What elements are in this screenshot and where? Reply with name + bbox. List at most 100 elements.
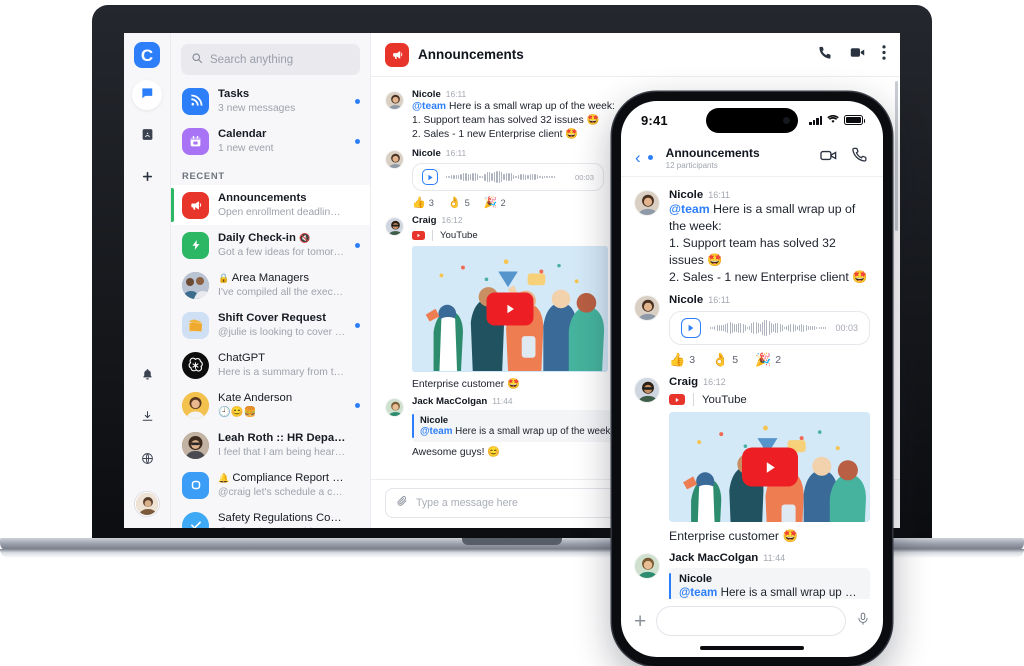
app-logo-letter: C xyxy=(140,45,154,65)
message-line: @team Here is a small wrap up of the wee… xyxy=(669,201,870,235)
video-thumbnail[interactable] xyxy=(412,246,608,372)
back-chevron-icon[interactable]: ‹ xyxy=(635,149,641,166)
avatar xyxy=(634,377,660,403)
mention-tag[interactable]: @team xyxy=(412,101,446,112)
video-thumbnail[interactable] xyxy=(669,412,870,522)
microphone-icon[interactable] xyxy=(856,611,870,632)
reaction[interactable]: 👍 3 xyxy=(412,196,434,209)
phone-message-input[interactable] xyxy=(656,606,846,636)
sidebar-item-subtitle: Here is a summary from the r... xyxy=(218,367,346,378)
play-icon[interactable] xyxy=(741,447,798,487)
rail-contacts-button[interactable] xyxy=(132,122,162,152)
more-options-icon[interactable] xyxy=(882,44,886,65)
status-indicators xyxy=(809,111,865,129)
lock-icon: 🔒 xyxy=(218,273,230,283)
sidebar-item-title: Leah Roth :: HR Department xyxy=(218,432,346,444)
waveform xyxy=(446,170,567,184)
play-icon[interactable] xyxy=(422,169,438,185)
phone-message-list[interactable]: Nicole 16:11 @team Here is a small wrap … xyxy=(621,177,883,599)
home-indicator xyxy=(700,646,804,650)
user-avatar[interactable] xyxy=(135,492,159,516)
sidebar-item-subtitle: 3 new messages xyxy=(218,103,296,114)
phone-message-craig-video: Craig 16:12 YouTube Enterprise customer … xyxy=(621,370,883,546)
app-logo[interactable]: C xyxy=(134,42,160,68)
phone-participants-count: 12 participants xyxy=(665,160,718,170)
play-icon[interactable] xyxy=(486,292,534,326)
message-author: Jack MacColgan xyxy=(412,396,488,407)
reaction[interactable]: 🎉 2 xyxy=(484,196,506,209)
calendar-icon xyxy=(182,127,209,155)
sidebar-item-compliance-report-q2[interactable]: 🔔 Compliance Report Q2 @craig let's sche… xyxy=(171,465,370,505)
sidebar-item-announcements[interactable]: Announcements Open enrollment deadline i… xyxy=(171,185,370,225)
chat-header-actions xyxy=(818,44,886,66)
avatar xyxy=(385,217,404,236)
page-title: Announcements xyxy=(418,47,524,62)
message-author: Craig xyxy=(412,215,437,226)
sidebar-item-title: Tasks xyxy=(218,88,250,100)
sidebar-item-kate-anderson[interactable]: Kate Anderson 🕘😊🍔 xyxy=(171,385,370,425)
reaction-count: 5 xyxy=(732,354,739,366)
reaction[interactable]: 🎉 2 xyxy=(755,352,781,368)
reaction-emoji: 👌 xyxy=(712,352,729,367)
sidebar-item-text: Leah Roth :: HR Department I feel that I… xyxy=(218,431,346,459)
message-time: 11:44 xyxy=(492,396,513,406)
search-container xyxy=(171,33,370,81)
rail-notifications-button[interactable] xyxy=(132,362,162,392)
sidebar-item-leah-roth[interactable]: Leah Roth :: HR Department I feel that I… xyxy=(171,425,370,465)
reactions: 👍 3 👌 5 🎉 2 xyxy=(669,352,870,368)
rail-chat-button[interactable] xyxy=(132,80,162,110)
rail-add-button[interactable] xyxy=(132,164,162,194)
unread-dot xyxy=(355,242,360,248)
channel-list: Tasks 3 new messages Calendar 1 new even… xyxy=(171,81,370,528)
sidebar-item-area-managers[interactable]: 🔒 Area Managers I've compiled all the ex… xyxy=(171,265,370,305)
unread-dot xyxy=(355,98,360,104)
video-call-icon[interactable] xyxy=(849,44,866,66)
avatar xyxy=(634,295,660,321)
sidebar-item-tasks[interactable]: Tasks 3 new messages xyxy=(171,81,370,121)
left-icon-rail: C xyxy=(124,33,171,528)
rail-language-button[interactable] xyxy=(132,446,162,476)
sidebar-item-calendar[interactable]: Calendar 1 new event xyxy=(171,121,370,161)
phone-call-icon[interactable] xyxy=(851,146,869,169)
reaction-count: 2 xyxy=(775,354,782,366)
message-time: 16:12 xyxy=(703,377,726,387)
rail-downloads-button[interactable] xyxy=(132,404,162,434)
phone-call-icon[interactable] xyxy=(818,45,833,65)
video-call-icon[interactable] xyxy=(819,146,838,170)
play-icon[interactable] xyxy=(681,318,701,338)
sidebar-item-title: Shift Cover Request xyxy=(218,312,326,324)
message-meta: Nicole 16:11 xyxy=(669,294,870,306)
search-input[interactable] xyxy=(210,53,350,66)
front-camera xyxy=(783,117,790,124)
chat-icon xyxy=(140,86,154,105)
message-body: Nicole 16:11 @team Here is a small wrap … xyxy=(669,189,870,286)
sidebar-item-text: 🔒 Area Managers I've compiled all the ex… xyxy=(218,271,346,299)
app-icon-blue xyxy=(182,471,209,499)
sidebar-item-daily-check-in[interactable]: Daily Check-in 🔇 Got a few ideas for tom… xyxy=(171,225,370,265)
reaction[interactable]: 👌 5 xyxy=(712,352,738,368)
sidebar-item-text: Shift Cover Request @julie is looking to… xyxy=(218,311,346,339)
mention-tag[interactable]: @team xyxy=(669,202,710,216)
avatar xyxy=(385,150,404,169)
search-box[interactable] xyxy=(181,44,360,75)
message-author: Craig xyxy=(669,376,699,388)
plus-icon[interactable]: + xyxy=(634,611,646,632)
voice-message-card[interactable]: 00:03 xyxy=(669,311,870,345)
sidebar-item-shift-cover-request[interactable]: Shift Cover Request @julie is looking to… xyxy=(171,305,370,345)
divider xyxy=(432,230,433,241)
avatar xyxy=(634,190,660,216)
mention-tag: @team xyxy=(420,426,453,437)
paperclip-icon[interactable] xyxy=(396,494,408,512)
message-scrollbar[interactable] xyxy=(895,81,898,231)
reaction-emoji: 👍 xyxy=(669,352,686,367)
avatar-leah xyxy=(182,431,209,459)
voice-message-card[interactable]: 00:03 xyxy=(412,163,604,191)
reaction-emoji: 👍 xyxy=(412,197,426,209)
search-icon xyxy=(191,51,203,69)
reaction[interactable]: 👌 5 xyxy=(448,196,470,209)
laptop-base-notch xyxy=(462,538,562,545)
reaction[interactable]: 👍 3 xyxy=(669,352,695,368)
sidebar-item-safety-regulations-course[interactable]: Safety Regulations Course @supervisor Ye… xyxy=(171,505,370,528)
sidebar-item-chatgpt[interactable]: ChatGPT Here is a summary from the r... xyxy=(171,345,370,385)
quoted-message[interactable]: Nicole @team Here is a small wrap up of.… xyxy=(669,568,870,599)
